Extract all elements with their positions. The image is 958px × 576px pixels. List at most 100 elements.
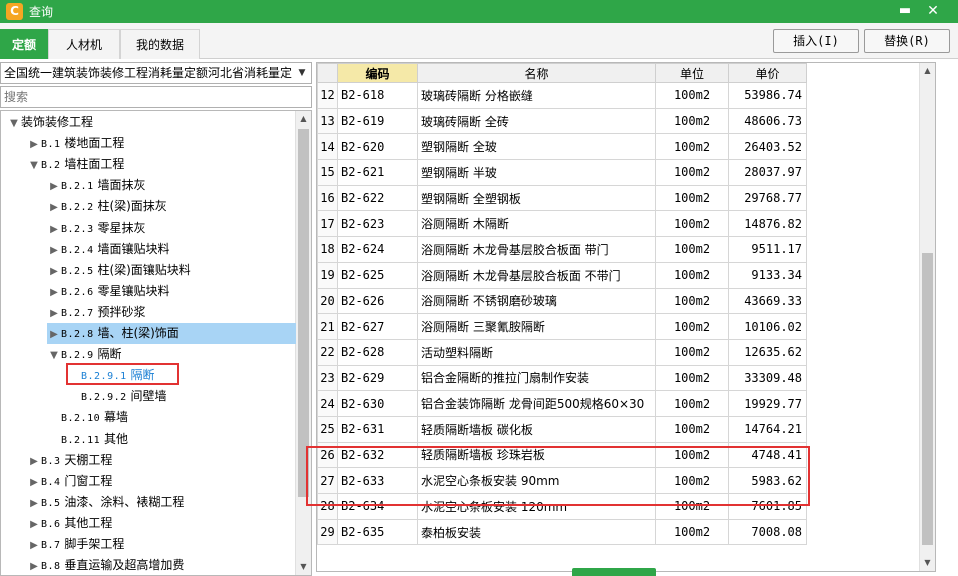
quota-unit: 100m2	[655, 518, 729, 546]
quota-name: 塑钢隔断 半玻	[417, 159, 656, 186]
arrow-down-icon[interactable]: ▼	[296, 559, 311, 575]
tree-item-code: B.2.2	[61, 202, 94, 214]
quota-unit: 100m2	[655, 313, 729, 340]
tree-item[interactable]: ▶ B.2.5 柱(梁)面镶贴块料	[47, 260, 191, 281]
expand-arrow-icon[interactable]: ▶	[27, 535, 41, 556]
tree-item-label: 墙面镶贴块料	[97, 241, 170, 256]
search-box[interactable]	[0, 86, 312, 108]
row-number: 25	[317, 415, 338, 443]
quota-code: B2-629	[337, 364, 418, 392]
table-row[interactable]: 12 B2-618 玻璃砖隔断 分格嵌缝 100m2 53986.74	[317, 82, 807, 109]
header-name[interactable]: 名称	[417, 63, 656, 83]
table-row[interactable]: 14 B2-620 塑钢隔断 全玻 100m2 26403.52	[317, 133, 807, 161]
tree-item[interactable]: ▶ B.2.6 零星镶贴块料	[47, 281, 169, 302]
quota-code: B2-621	[337, 159, 418, 186]
tab-quota[interactable]: 定额	[0, 29, 48, 59]
expand-arrow-icon[interactable]: ▶	[47, 303, 61, 324]
tab-labor-material-machine[interactable]: 人材机	[48, 29, 120, 59]
header-code[interactable]: 编码	[337, 63, 418, 83]
grid-scrollbar[interactable]: ▲ ▼	[919, 63, 935, 571]
collapse-arrow-icon[interactable]: ▼	[47, 345, 61, 366]
row-number: 13	[317, 107, 338, 135]
arrow-down-icon[interactable]: ▼	[920, 555, 935, 571]
expand-arrow-icon[interactable]: ▶	[47, 219, 61, 240]
expand-arrow-icon[interactable]: ▶	[27, 134, 41, 155]
expand-arrow-icon[interactable]: ▶	[47, 197, 61, 218]
expand-arrow-icon[interactable]: ▶	[47, 176, 61, 197]
header-price[interactable]: 单价	[728, 63, 807, 83]
collapse-arrow-icon[interactable]: ▼	[27, 155, 41, 176]
tree-item[interactable]: ▶ B.1 楼地面工程	[27, 133, 124, 154]
grid-scroll-thumb[interactable]	[922, 253, 933, 545]
quota-unit: 100m2	[655, 210, 729, 238]
tree-item-label: 装饰装修工程	[21, 115, 94, 129]
table-row[interactable]: 20 B2-626 浴厕隔断 不锈钢磨砂玻璃 100m2 43669.33	[317, 287, 807, 315]
tree-item-label: 隔断	[97, 347, 122, 362]
tree-item[interactable]: ▶ B.8 垂直运输及超高增加费	[27, 555, 184, 575]
tree-item[interactable]: ▶ B.5 油漆、涂料、裱糊工程	[27, 492, 184, 513]
tree-item[interactable]: B.2.10 幕墙	[47, 407, 128, 428]
tree-item[interactable]: ▼ B.2.9 隔断	[47, 344, 121, 365]
row-number: 17	[317, 210, 338, 238]
tab-bar: 定额 人材机 我的数据 插入(I) 替换(R)	[0, 23, 958, 59]
tree-item[interactable]: ▼ B.2 墙柱面工程	[27, 154, 124, 175]
expand-arrow-icon[interactable]: ▶	[27, 514, 41, 535]
quota-library-select[interactable]: 全国统一建筑装饰装修工程消耗量定额河北省消耗量定 ▼	[0, 62, 312, 84]
tree-item[interactable]: B.2.9.2 间壁墙	[67, 386, 167, 407]
tree-item-label: 门窗工程	[64, 473, 113, 488]
expand-arrow-icon[interactable]: ▶	[47, 282, 61, 303]
tab-my-data[interactable]: 我的数据	[120, 29, 200, 59]
collapse-handle[interactable]	[572, 568, 656, 576]
table-row[interactable]: 22 B2-628 活动塑料隔断 100m2 12635.62	[317, 338, 807, 366]
table-row[interactable]: 25 B2-631 轻质隔断墙板 碳化板 100m2 14764.21	[317, 415, 807, 443]
arrow-up-icon[interactable]: ▲	[296, 111, 311, 127]
quota-price: 9511.17	[728, 236, 807, 263]
tree-item[interactable]: ▶ B.2.1 墙面抹灰	[47, 175, 145, 196]
tree-item[interactable]: B.2.11 其他	[47, 429, 128, 450]
minimize-icon[interactable]: ▬	[894, 2, 916, 20]
tree-item[interactable]: ▼ 装饰装修工程	[7, 112, 93, 133]
quota-name: 泰柏板安装	[417, 518, 656, 546]
table-row[interactable]: 29 B2-635 泰柏板安装 100m2 7008.08	[317, 518, 807, 546]
quota-code: B2-622	[337, 184, 418, 212]
expand-arrow-icon[interactable]: ▶	[27, 472, 41, 493]
tree-item[interactable]: ▶ B.2.8 墙、柱(梁)饰面	[47, 323, 296, 344]
arrow-up-icon[interactable]: ▲	[920, 63, 935, 79]
chapter-tree[interactable]: ▲ ▼ ▼ 装饰装修工程 ▶ B.1 楼地面工程 ▼ B.2 墙柱面工程 ▶ B.2.1 墙面…	[0, 110, 312, 576]
expand-arrow-icon[interactable]: ▶	[27, 451, 41, 472]
table-row[interactable]: 15 B2-621 塑钢隔断 半玻 100m2 28037.97	[317, 159, 807, 186]
insert-button[interactable]: 插入(I)	[773, 29, 859, 53]
collapse-arrow-icon[interactable]: ▼	[7, 113, 21, 134]
table-row[interactable]: 16 B2-622 塑钢隔断 全塑钢板 100m2 29768.77	[317, 184, 807, 212]
tree-item-code: B.2.6	[61, 286, 94, 298]
table-row[interactable]: 21 B2-627 浴厕隔断 三聚氰胺隔断 100m2 10106.02	[317, 313, 807, 340]
expand-arrow-icon[interactable]: ▶	[47, 324, 61, 345]
expand-arrow-icon[interactable]: ▶	[47, 240, 61, 261]
tree-item[interactable]: ▶ B.7 脚手架工程	[27, 534, 124, 555]
replace-button[interactable]: 替换(R)	[864, 29, 950, 53]
table-row[interactable]: 18 B2-624 浴厕隔断 木龙骨基层胶合板面 带门 100m2 9511.17	[317, 236, 807, 263]
expand-arrow-icon[interactable]: ▶	[27, 556, 41, 575]
table-row[interactable]: 23 B2-629 铝合金隔断的推拉门扇制作安装 100m2 33309.48	[317, 364, 807, 392]
quota-code: B2-620	[337, 133, 418, 161]
tree-item[interactable]: ▶ B.2.7 预拌砂浆	[47, 302, 145, 323]
tree-item[interactable]: ▶ B.3 天棚工程	[27, 450, 112, 471]
tree-scroll-thumb[interactable]	[298, 129, 309, 497]
tree-item[interactable]: ▶ B.2.4 墙面镶贴块料	[47, 239, 169, 260]
row-number: 14	[317, 133, 338, 161]
search-input[interactable]	[1, 87, 311, 107]
header-unit[interactable]: 单位	[655, 63, 729, 83]
tree-item-label: 墙、柱(梁)饰面	[97, 326, 179, 340]
tree-item[interactable]: ▶ B.2.3 零星抹灰	[47, 218, 145, 239]
table-row[interactable]: 17 B2-623 浴厕隔断 木隔断 100m2 14876.82	[317, 210, 807, 238]
close-icon[interactable]: ✕	[922, 2, 944, 20]
tree-item[interactable]: ▶ B.6 其他工程	[27, 513, 112, 534]
expand-arrow-icon[interactable]: ▶	[27, 493, 41, 514]
table-row[interactable]: 13 B2-619 玻璃砖隔断 全砖 100m2 48606.73	[317, 107, 807, 135]
tree-item[interactable]: ▶ B.2.2 柱(梁)面抹灰	[47, 196, 167, 217]
chevron-down-icon[interactable]: ▼	[295, 63, 309, 83]
table-row[interactable]: 24 B2-630 铝合金装饰隔断 龙骨间距500规格60×30 100m2 19929…	[317, 390, 807, 417]
tree-item[interactable]: ▶ B.4 门窗工程	[27, 471, 112, 492]
table-row[interactable]: 19 B2-625 浴厕隔断 木龙骨基层胶合板面 不带门 100m2 9133.34	[317, 261, 807, 289]
expand-arrow-icon[interactable]: ▶	[47, 261, 61, 282]
